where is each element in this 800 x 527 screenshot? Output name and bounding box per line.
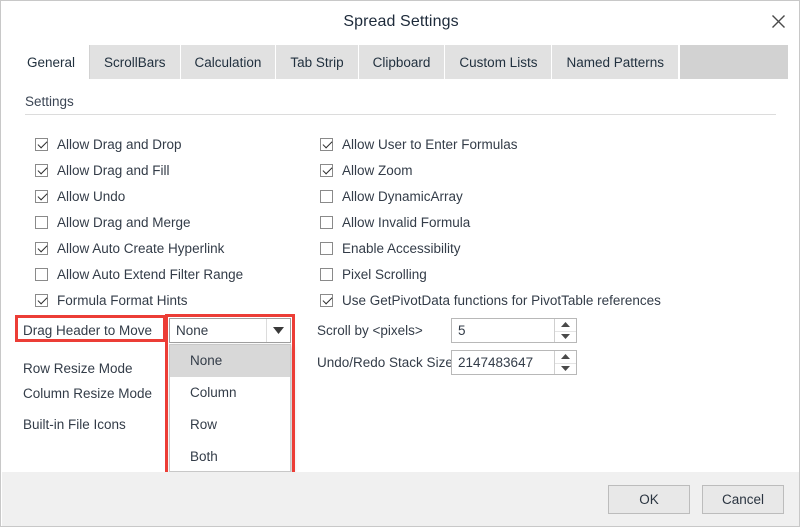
close-icon [771, 14, 786, 29]
checkbox-allow-dynamicarray[interactable] [320, 189, 333, 203]
checkbox-allow-drag-and-fill[interactable] [35, 163, 48, 177]
tab-strip-filler [679, 45, 788, 79]
checkbox-label: Enable Accessibility [342, 240, 461, 256]
checkbox-row-allow-undo[interactable]: Allow Undo [35, 186, 125, 206]
dialog-title: Spread Settings [343, 13, 459, 30]
checkbox-row-allow-user-to-enter-formulas[interactable]: Allow User to Enter Formulas [320, 134, 518, 154]
label-scroll-by-pixels: Scroll by <pixels> [317, 323, 423, 338]
checkbox-allow-undo[interactable] [35, 189, 48, 203]
tab-custom-lists[interactable]: Custom Lists [445, 45, 553, 79]
stepper-up-icon[interactable] [555, 351, 576, 363]
stepper-buttons [554, 351, 576, 374]
dropdown-option-none[interactable]: None [170, 345, 290, 377]
label-built-in-file-icons: Built-in File Icons [23, 417, 126, 432]
label-drag-header-to-move: Drag Header to Move [23, 323, 153, 338]
scroll-by-pixels-input[interactable]: 5 [452, 319, 554, 342]
scroll-by-pixels-stepper[interactable]: 5 [451, 318, 577, 343]
checkbox-row-allow-auto-create-hyperlink[interactable]: Allow Auto Create Hyperlink [35, 238, 224, 258]
label-undo-redo-stack-size: Undo/Redo Stack Size [317, 355, 453, 370]
settings-group-divider [25, 114, 776, 115]
drag-header-to-move-combobox[interactable]: None [169, 318, 291, 343]
checkbox-allow-auto-create-hyperlink[interactable] [35, 241, 48, 255]
general-tab-panel: Settings Allow Drag and Drop Allow Drag … [13, 79, 788, 471]
stepper-down-icon[interactable] [555, 362, 576, 374]
stepper-up-icon[interactable] [555, 319, 576, 331]
dropdown-option-both[interactable]: Both [170, 441, 290, 473]
title-bar: Spread Settings [1, 1, 799, 42]
spread-settings-dialog: Spread Settings General ScrollBars Calcu… [0, 0, 800, 527]
checkbox-row-enable-accessibility[interactable]: Enable Accessibility [320, 238, 461, 258]
checkbox-row-allow-drag-and-merge[interactable]: Allow Drag and Merge [35, 212, 191, 232]
tab-general[interactable]: General [13, 45, 91, 79]
checkbox-label: Allow Drag and Merge [57, 214, 191, 230]
checkbox-label: Allow User to Enter Formulas [342, 136, 518, 152]
close-button[interactable] [755, 1, 799, 42]
checkbox-allow-drag-and-drop[interactable] [35, 137, 48, 151]
tab-strip: General ScrollBars Calculation Tab Strip… [13, 45, 788, 79]
checkbox-allow-drag-and-merge[interactable] [35, 215, 48, 229]
checkbox-label: Allow Auto Create Hyperlink [57, 240, 225, 256]
cancel-button[interactable]: Cancel [702, 485, 784, 514]
tab-scrollbars[interactable]: ScrollBars [90, 45, 181, 79]
dropdown-option-row[interactable]: Row [170, 409, 290, 441]
tab-tab-strip[interactable]: Tab Strip [276, 45, 359, 79]
drag-header-to-move-dropdown-list[interactable]: None Column Row Both [169, 344, 291, 472]
undo-redo-stack-size-stepper[interactable]: 2147483647 [451, 350, 577, 375]
dropdown-option-column[interactable]: Column [170, 377, 290, 409]
checkbox-row-use-getpivotdata[interactable]: Use GetPivotData functions for PivotTabl… [320, 290, 661, 310]
checkbox-label: Allow Invalid Formula [342, 214, 471, 230]
checkbox-formula-format-hints[interactable] [35, 293, 48, 307]
checkbox-row-allow-dynamicarray[interactable]: Allow DynamicArray [320, 186, 463, 206]
checkbox-allow-auto-extend-filter-range[interactable] [35, 267, 48, 281]
checkbox-allow-zoom[interactable] [320, 163, 333, 177]
checkbox-label: Pixel Scrolling [342, 266, 427, 282]
checkbox-use-getpivotdata[interactable] [320, 293, 333, 307]
checkbox-row-allow-drag-and-drop[interactable]: Allow Drag and Drop [35, 134, 182, 154]
checkbox-row-pixel-scrolling[interactable]: Pixel Scrolling [320, 264, 427, 284]
checkbox-label: Allow Undo [57, 188, 126, 204]
checkbox-row-allow-zoom[interactable]: Allow Zoom [320, 160, 413, 180]
label-row-resize-mode: Row Resize Mode [23, 361, 133, 376]
checkbox-allow-user-to-enter-formulas[interactable] [320, 137, 333, 151]
checkbox-enable-accessibility[interactable] [320, 241, 333, 255]
settings-group-label: Settings [25, 94, 74, 109]
chevron-down-icon[interactable] [266, 319, 290, 342]
checkbox-row-allow-drag-and-fill[interactable]: Allow Drag and Fill [35, 160, 170, 180]
undo-redo-stack-size-input[interactable]: 2147483647 [452, 351, 554, 374]
checkbox-label: Use GetPivotData functions for PivotTabl… [342, 292, 661, 308]
tab-named-patterns[interactable]: Named Patterns [552, 45, 679, 79]
dialog-footer: OK Cancel [2, 472, 799, 526]
combobox-value: None [176, 323, 209, 338]
ok-button[interactable]: OK [608, 485, 690, 514]
checkbox-label: Allow Auto Extend Filter Range [57, 266, 244, 282]
checkbox-label: Allow Zoom [342, 162, 413, 178]
tab-clipboard[interactable]: Clipboard [358, 45, 446, 79]
checkbox-label: Allow Drag and Fill [57, 162, 170, 178]
stepper-buttons [554, 319, 576, 342]
checkbox-label: Allow Drag and Drop [57, 136, 182, 152]
checkbox-pixel-scrolling[interactable] [320, 267, 333, 281]
checkbox-row-formula-format-hints[interactable]: Formula Format Hints [35, 290, 188, 310]
checkbox-allow-invalid-formula[interactable] [320, 215, 333, 229]
checkbox-label: Formula Format Hints [57, 292, 188, 308]
stepper-down-icon[interactable] [555, 330, 576, 342]
tab-calculation[interactable]: Calculation [180, 45, 277, 79]
label-column-resize-mode: Column Resize Mode [23, 386, 153, 401]
checkbox-row-allow-invalid-formula[interactable]: Allow Invalid Formula [320, 212, 470, 232]
checkbox-label: Allow DynamicArray [342, 188, 463, 204]
checkbox-row-allow-auto-extend-filter-range[interactable]: Allow Auto Extend Filter Range [35, 264, 243, 284]
